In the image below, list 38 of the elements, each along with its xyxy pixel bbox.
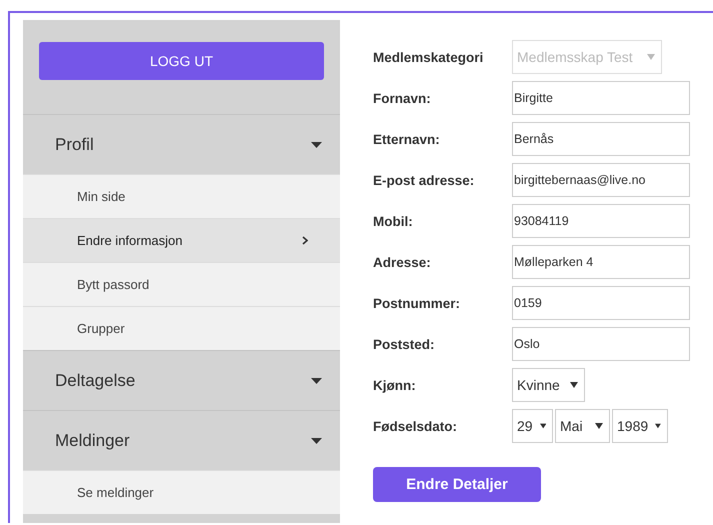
menu-item[interactable]: Min side [23, 174, 340, 218]
caret-icon [311, 438, 322, 444]
menu-item[interactable]: Grupper [23, 306, 340, 350]
dropdown[interactable]: 29 [512, 409, 553, 443]
menu-section-header[interactable]: Deltagelse [23, 350, 340, 410]
input-field[interactable]: 0159 [512, 286, 690, 320]
dropdown[interactable]: 1989 [612, 409, 668, 443]
input-field[interactable]: 93084119 [512, 204, 690, 238]
input-field[interactable]: Bernås [512, 122, 690, 156]
menu-item[interactable]: Bytt passord [23, 262, 340, 306]
menu-item[interactable]: Se meldinger [23, 470, 340, 514]
field-label: Fødselsdato: [373, 418, 458, 434]
field-label: Adresse: [373, 254, 432, 270]
caret-icon [647, 54, 655, 60]
logout-button[interactable]: LOGG UT [39, 42, 324, 80]
input-field[interactable]: Birgitte [512, 81, 690, 115]
caret-icon [311, 378, 322, 384]
caret-icon [540, 423, 546, 429]
field-label: Poststed: [373, 336, 436, 352]
menu-item[interactable]: Endre informasjon [23, 218, 340, 262]
field-label: Mobil: [373, 214, 414, 228]
caret-icon [595, 423, 603, 429]
input-field[interactable]: birgittebernaas@live.no [512, 163, 690, 197]
dropdown[interactable]: Kvinne [512, 368, 585, 402]
caret-icon [311, 142, 322, 148]
dropdown[interactable]: Mai [555, 409, 610, 443]
submit-button[interactable]: Endre Detaljer [373, 467, 541, 502]
field-label: E-post adresse: [373, 172, 476, 188]
input-field[interactable]: Oslo [512, 327, 690, 361]
caret-icon [655, 423, 661, 429]
field-label: Etternavn: [373, 132, 441, 146]
chevron-right-icon [302, 236, 308, 245]
field-label: Kjønn: [373, 378, 417, 392]
input-field[interactable]: Mølleparken 4 [512, 245, 690, 279]
caret-icon [570, 382, 578, 388]
field-label: Fornavn: [373, 90, 432, 106]
field-label: Postnummer: [373, 296, 462, 310]
field-label: Medlemskategori [373, 50, 484, 64]
